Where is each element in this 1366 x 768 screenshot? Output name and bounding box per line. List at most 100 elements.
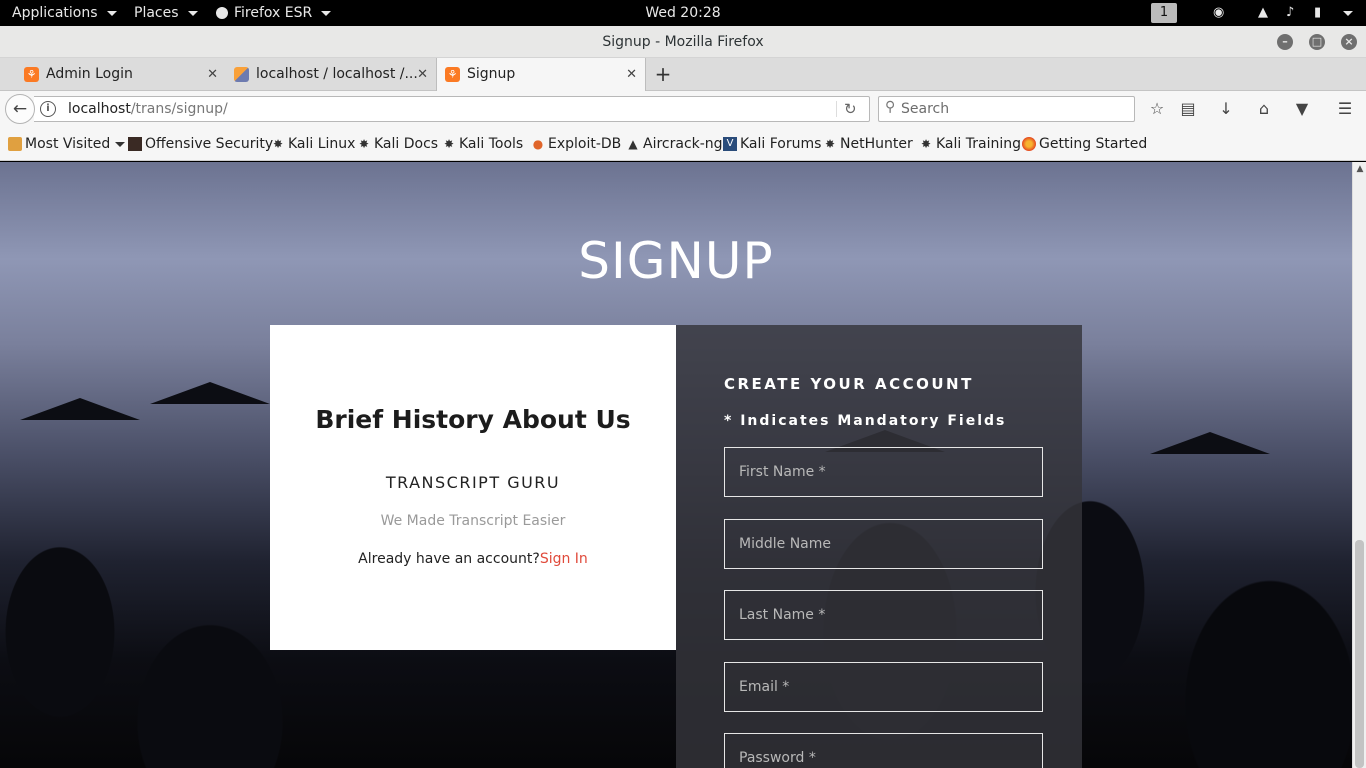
password-field[interactable] bbox=[724, 733, 1043, 768]
firefox-app-label: Firefox ESR bbox=[234, 5, 313, 21]
bookmark-kali-linux[interactable]: ✸ Kali Linux bbox=[271, 127, 356, 161]
bookmark-most-visited[interactable]: Most Visited bbox=[8, 127, 126, 161]
site-info-icon[interactable]: i bbox=[40, 101, 56, 117]
graduation-cap-silhouette bbox=[150, 382, 270, 404]
search-icon: ⚲ bbox=[885, 99, 896, 115]
about-heading: Brief History About Us bbox=[315, 405, 631, 434]
system-menu-icon[interactable] bbox=[1343, 11, 1353, 16]
exploit-db-icon: ● bbox=[532, 137, 544, 151]
hamburger-menu-icon[interactable]: ☰ bbox=[1334, 99, 1356, 119]
kali-dragon-icon: ✸ bbox=[824, 137, 836, 151]
bookmark-label: Kali Tools bbox=[459, 136, 524, 152]
close-tab-icon[interactable]: ✕ bbox=[207, 58, 218, 91]
scrollbar-thumb[interactable] bbox=[1355, 540, 1364, 768]
tab-label: Signup bbox=[467, 66, 516, 82]
graduation-cap-silhouette bbox=[1150, 432, 1270, 454]
bookmark-label: Kali Forums bbox=[740, 136, 822, 152]
mandatory-note: * Indicates Mandatory Fields bbox=[724, 413, 1007, 429]
graduation-cap-silhouette bbox=[20, 398, 140, 420]
first-name-field[interactable] bbox=[724, 447, 1043, 497]
clock[interactable]: Wed 20:28 bbox=[645, 0, 720, 26]
places-menu[interactable]: Places bbox=[134, 0, 198, 26]
account-prompt-text: Already have an account? bbox=[358, 551, 540, 567]
firefox-app-menu[interactable]: Firefox ESR bbox=[216, 0, 332, 26]
bookmark-label: Kali Linux bbox=[288, 136, 356, 152]
applications-menu[interactable]: Applications bbox=[12, 0, 117, 26]
tab-phpmyadmin[interactable]: localhost / localhost /... ✕ bbox=[226, 58, 436, 91]
window-title: Signup - Mozilla Firefox bbox=[602, 34, 764, 50]
brand-name: TRANSCRIPT GURU bbox=[385, 473, 561, 492]
tab-signup[interactable]: Signup ✕ bbox=[436, 58, 646, 91]
bookmark-nethunter[interactable]: ✸ NetHunter bbox=[823, 127, 913, 161]
page-scrollbar[interactable]: ▲ bbox=[1352, 162, 1366, 768]
wifi-icon: ▲ bbox=[1258, 5, 1268, 20]
form-heading: CREATE YOUR ACCOUNT bbox=[724, 375, 974, 393]
bookmark-getting-started[interactable]: Getting Started bbox=[1022, 127, 1147, 161]
new-tab-button[interactable]: + bbox=[652, 58, 674, 91]
bookmark-label: Aircrack-ng bbox=[643, 136, 723, 152]
bookmark-label: Most Visited bbox=[25, 136, 111, 152]
sign-in-link[interactable]: Sign In bbox=[540, 551, 588, 567]
scroll-up-icon[interactable]: ▲ bbox=[1353, 162, 1366, 176]
signup-form-panel: CREATE YOUR ACCOUNT * Indicates Mandator… bbox=[676, 325, 1082, 768]
offensive-security-icon bbox=[128, 137, 142, 151]
tab-label: localhost / localhost /... bbox=[256, 66, 418, 82]
close-tab-icon[interactable]: ✕ bbox=[626, 58, 637, 91]
xampp-icon bbox=[445, 67, 460, 82]
bookmark-label: Exploit-DB bbox=[548, 136, 622, 152]
bookmark-kali-forums[interactable]: V Kali Forums bbox=[723, 127, 821, 161]
chevron-down-icon bbox=[115, 141, 126, 147]
places-label: Places bbox=[134, 5, 179, 21]
page-content: SIGNUP Brief History About Us TRANSCRIPT… bbox=[0, 162, 1352, 768]
workspace-indicator[interactable]: 1 bbox=[1151, 3, 1177, 23]
bookmark-label: Offensive Security bbox=[145, 136, 274, 152]
tab-admin-login[interactable]: Admin Login ✕ bbox=[0, 58, 226, 91]
firefox-icon bbox=[216, 7, 228, 19]
search-input[interactable] bbox=[901, 99, 1129, 119]
bookmark-kali-training[interactable]: ✸ Kali Training bbox=[919, 127, 1021, 161]
minimize-icon[interactable]: – bbox=[1277, 34, 1293, 50]
pocket-icon[interactable]: ▼ bbox=[1291, 99, 1313, 119]
last-name-field[interactable] bbox=[724, 590, 1043, 640]
tab-strip: Admin Login ✕ localhost / localhost /...… bbox=[0, 58, 1366, 91]
about-panel: Brief History About Us TRANSCRIPT GURU W… bbox=[270, 325, 676, 650]
folder-icon bbox=[8, 137, 22, 151]
page-title: SIGNUP bbox=[578, 232, 774, 290]
close-icon[interactable]: × bbox=[1341, 34, 1357, 50]
kali-dragon-icon: ✸ bbox=[272, 137, 284, 151]
back-button[interactable]: ← bbox=[5, 94, 35, 124]
bookmark-label: Getting Started bbox=[1039, 136, 1148, 152]
search-bar[interactable]: ⚲ bbox=[878, 96, 1135, 122]
downloads-icon[interactable]: ↓ bbox=[1215, 99, 1237, 119]
middle-name-field[interactable] bbox=[724, 519, 1043, 569]
video-icon: ◉ bbox=[1213, 5, 1225, 20]
bookmarks-toolbar: Most Visited Offensive Security ✸ Kali L… bbox=[0, 127, 1366, 161]
firefox-icon bbox=[1022, 137, 1036, 151]
email-field[interactable] bbox=[724, 662, 1043, 712]
account-prompt: Already have an account?Sign In bbox=[270, 551, 676, 567]
close-tab-icon[interactable]: ✕ bbox=[417, 58, 428, 91]
bookmark-exploit-db[interactable]: ● Exploit-DB bbox=[531, 127, 622, 161]
chevron-down-icon bbox=[321, 10, 332, 16]
bookmark-offensive-security[interactable]: Offensive Security bbox=[128, 127, 273, 161]
url-bar[interactable]: i localhost/trans/signup/ ↻ bbox=[34, 96, 870, 122]
bookmark-label: Kali Training bbox=[936, 136, 1021, 152]
window-title-bar: Signup - Mozilla Firefox – □ × bbox=[0, 26, 1366, 58]
kali-dragon-icon: ✸ bbox=[920, 137, 932, 151]
bookmark-kali-tools[interactable]: ✸ Kali Tools bbox=[442, 127, 523, 161]
navigation-toolbar: i localhost/trans/signup/ ↻ ← ⚲ ☆ ▤ ↓ ⌂ … bbox=[0, 91, 1366, 127]
bookmark-kali-docs[interactable]: ✸ Kali Docs bbox=[357, 127, 438, 161]
bookmark-aircrack-ng[interactable]: ▲ Aircrack-ng bbox=[626, 127, 723, 161]
system-top-bar: Applications Places Firefox ESR Wed 20:2… bbox=[0, 0, 1366, 26]
tagline: We Made Transcript Easier bbox=[380, 513, 566, 529]
bookmark-label: NetHunter bbox=[840, 136, 913, 152]
aircrack-icon: ▲ bbox=[628, 137, 638, 151]
maximize-icon[interactable]: □ bbox=[1309, 34, 1325, 50]
kali-forums-icon: V bbox=[723, 137, 737, 151]
applications-label: Applications bbox=[12, 5, 98, 21]
bookmark-star-icon[interactable]: ☆ bbox=[1146, 99, 1168, 119]
reload-icon[interactable]: ↻ bbox=[844, 97, 857, 121]
home-icon[interactable]: ⌂ bbox=[1253, 99, 1275, 119]
url-text[interactable]: localhost/trans/signup/ bbox=[68, 97, 228, 121]
reading-list-icon[interactable]: ▤ bbox=[1177, 99, 1199, 119]
